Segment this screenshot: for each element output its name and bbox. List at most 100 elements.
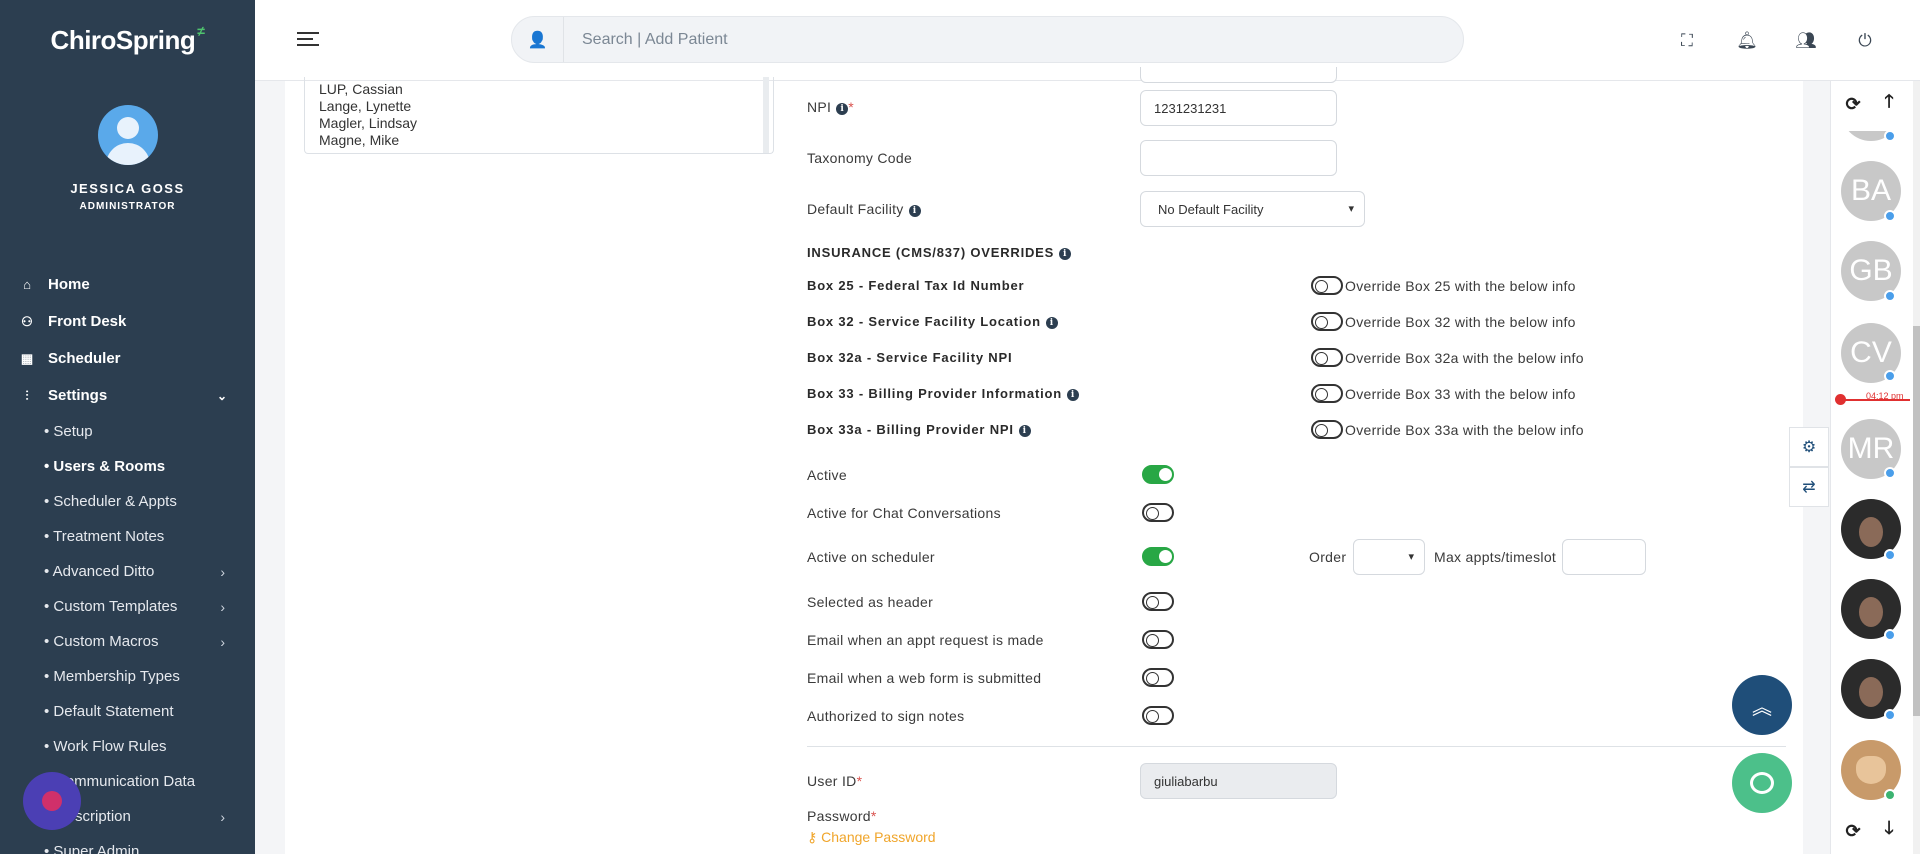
user-role: ADMINISTRATOR <box>79 201 176 212</box>
search-bar[interactable]: 👤 Search | Add Patient <box>511 16 1464 63</box>
sidebar-sub-users-rooms[interactable]: • Users & Rooms <box>0 449 255 484</box>
default-facility-select[interactable]: No Default Facility ▾ <box>1140 191 1365 227</box>
box-33a-toggle[interactable] <box>1311 420 1343 439</box>
status-dot <box>1884 549 1896 561</box>
box-32a-label: Box 32a - Service Facility NPI <box>807 350 1013 365</box>
user-profile: JESSICA GOSS ADMINISTRATOR <box>0 81 255 212</box>
box-32a-toggle-label: Override Box 32a with the below info <box>1345 350 1584 366</box>
add-patient-icon[interactable]: 👤 <box>512 17 564 62</box>
transfer-tool[interactable]: ⇄ <box>1789 467 1829 507</box>
current-time-label: 04:12 pm <box>1866 391 1904 401</box>
info-icon[interactable]: i <box>836 103 849 115</box>
list-item[interactable]: LUP, Cassian <box>319 81 773 98</box>
sign-notes-label: Authorized to sign notes <box>807 708 965 724</box>
chevron-up-icon: ︽ <box>1752 696 1772 719</box>
box-33a-toggle-label: Override Box 33a with the below info <box>1345 422 1584 438</box>
record-button[interactable] <box>23 772 81 830</box>
scroll-top-button[interactable]: ︽ <box>1732 675 1792 735</box>
chevron-down-icon: ▾ <box>1348 203 1354 215</box>
search-input[interactable]: Search | Add Patient <box>564 31 728 49</box>
order-select[interactable]: ▾ <box>1353 539 1425 575</box>
chevron-right-icon: › <box>220 563 225 580</box>
active-toggle[interactable] <box>1142 465 1174 484</box>
arrow-down-icon[interactable]: 🡓 <box>1877 818 1901 843</box>
sidebar-sub-super-admin[interactable]: • Super Admin <box>0 834 255 854</box>
list-item[interactable]: Lange, Lynette <box>319 98 773 115</box>
sidebar-sub-scheduler-appts[interactable]: • Scheduler & Appts <box>0 484 255 519</box>
bell-icon[interactable]: 🔔︎ <box>1735 29 1759 53</box>
record-icon <box>42 791 62 811</box>
sidebar-sub-setup[interactable]: • Setup <box>0 414 255 449</box>
user-list[interactable]: LUP, Cassian Lange, Lynette Magler, Lind… <box>304 77 774 154</box>
settings-gear-tool[interactable]: ⚙ <box>1789 427 1829 467</box>
chat-active-label: Active for Chat Conversations <box>807 505 1001 521</box>
max-appts-label: Max appts/timeslot <box>1434 549 1557 565</box>
sidebar-item-settings[interactable]: ⫶ Settings ⌄ <box>0 377 255 414</box>
scheduler-active-toggle[interactable] <box>1142 547 1174 566</box>
list-scrollbar[interactable] <box>763 77 769 153</box>
user-name: JESSICA GOSS <box>70 181 185 196</box>
info-icon[interactable]: i <box>1018 425 1031 437</box>
app-logo[interactable]: ChiroSpring ≠ <box>0 0 255 81</box>
order-label: Order <box>1309 549 1347 565</box>
webform-email-label: Email when a web form is submitted <box>807 670 1042 686</box>
list-item[interactable]: Magne, Mike <box>319 132 773 149</box>
sidebar: ChiroSpring ≠ JESSICA GOSS ADMINISTRATOR … <box>0 0 255 854</box>
sidebar-item-scheduler[interactable]: ▦ Scheduler <box>0 340 255 377</box>
menu-icon[interactable] <box>297 32 319 50</box>
users-icon[interactable]: 👥︎ <box>1794 29 1818 53</box>
chat-button[interactable] <box>1732 753 1792 813</box>
box-32a-toggle[interactable] <box>1311 348 1343 367</box>
webform-email-toggle[interactable] <box>1142 668 1174 687</box>
box-33-toggle[interactable] <box>1311 384 1343 403</box>
sidebar-sub-advanced-ditto[interactable]: • Advanced Ditto › <box>0 554 255 589</box>
refresh-icon[interactable]: ⟳ <box>1841 819 1865 843</box>
info-icon[interactable]: i <box>1066 389 1079 401</box>
chat-active-toggle[interactable] <box>1142 503 1174 522</box>
chevron-down-icon: ⌄ <box>216 388 227 403</box>
list-item[interactable]: Magler, Lindsay <box>319 115 773 132</box>
taxonomy-field[interactable] <box>1140 140 1337 176</box>
info-icon[interactable]: i <box>1059 248 1072 260</box>
npi-field[interactable]: 1231231231 <box>1140 90 1337 126</box>
arrow-up-icon[interactable]: 🡑 <box>1877 91 1901 116</box>
sidebar-sub-treatment-notes[interactable]: • Treatment Notes <box>0 519 255 554</box>
info-icon[interactable]: i <box>1045 317 1058 329</box>
box-32-label: Box 32 - Service Facility Location i <box>807 314 1058 330</box>
key-icon: ⚷ <box>807 829 822 845</box>
sidebar-item-front-desk[interactable]: ⚇ Front Desk <box>0 303 255 340</box>
rail-scrollbar[interactable] <box>1913 81 1920 854</box>
chat-icon <box>1750 772 1774 794</box>
sidebar-sub-custom-macros[interactable]: • Custom Macros › <box>0 624 255 659</box>
box-25-toggle[interactable] <box>1311 276 1343 295</box>
appt-email-label: Email when an appt request is made <box>807 632 1044 648</box>
appt-email-toggle[interactable] <box>1142 630 1174 649</box>
header-toggle[interactable] <box>1142 592 1174 611</box>
refresh-icon[interactable]: ⟳ <box>1841 92 1865 116</box>
sliders-icon: ⫶ <box>25 387 29 403</box>
chevron-right-icon: › <box>220 633 225 650</box>
sidebar-sub-work-flow-rules[interactable]: • Work Flow Rules <box>0 729 255 764</box>
max-appts-field[interactable] <box>1562 539 1646 575</box>
status-dot <box>1884 709 1896 721</box>
sidebar-sub-custom-templates[interactable]: • Custom Templates › <box>0 589 255 624</box>
header-label: Selected as header <box>807 594 934 610</box>
status-dot <box>1884 467 1896 479</box>
status-dot <box>1884 789 1896 801</box>
userid-field[interactable]: giuliabarbu <box>1140 763 1337 799</box>
box-32-toggle[interactable] <box>1311 312 1343 331</box>
fullscreen-icon[interactable]: ⛶ <box>1675 29 1699 53</box>
sidebar-sub-membership-types[interactable]: • Membership Types <box>0 659 255 694</box>
sign-notes-toggle[interactable] <box>1142 706 1174 725</box>
change-password-link[interactable]: ⚷ Change Password <box>807 829 936 846</box>
previous-field[interactable] <box>1140 67 1337 83</box>
sidebar-item-home[interactable]: ⌂ Home <box>0 266 255 303</box>
npi-label: NPI i * <box>807 99 854 115</box>
power-icon[interactable]: ⏻ <box>1853 29 1877 53</box>
avatar[interactable] <box>97 105 158 165</box>
info-icon[interactable]: i <box>908 205 921 217</box>
calendar-icon: ▦ <box>20 350 34 366</box>
scheduler-active-label: Active on scheduler <box>807 549 935 565</box>
sidebar-sub-default-statement[interactable]: • Default Statement <box>0 694 255 729</box>
status-dot <box>1884 629 1896 641</box>
